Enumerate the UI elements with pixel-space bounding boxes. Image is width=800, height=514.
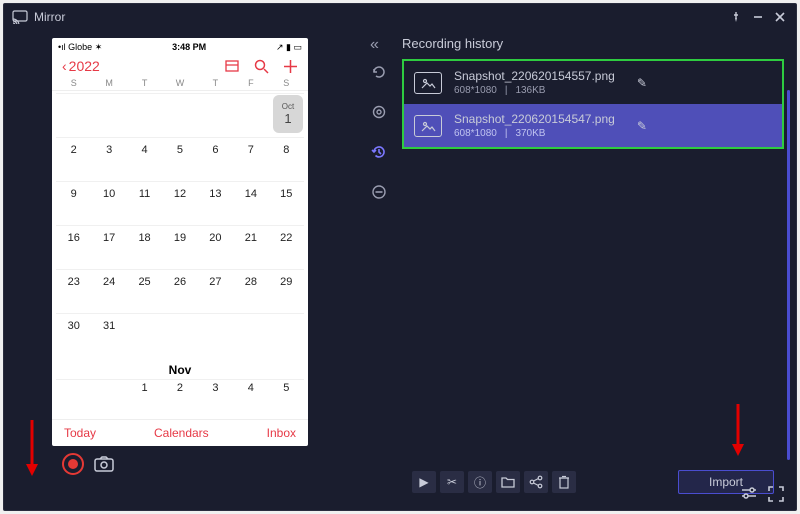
weekday-row: SMTWTFS: [52, 78, 308, 91]
day-cell[interactable]: 14: [233, 181, 268, 225]
minimize-button[interactable]: [750, 9, 766, 25]
cut-button[interactable]: ✂: [440, 471, 464, 493]
phone-screen[interactable]: •ıl Globe ✶ 3:48 PM ↗ ▮ ▭ ‹2022 SMTWTFS: [52, 38, 308, 446]
remove-tab[interactable]: [367, 180, 391, 204]
delete-button[interactable]: [552, 471, 576, 493]
search-icon[interactable]: [254, 59, 269, 74]
year-back-button[interactable]: ‹2022: [62, 58, 100, 74]
settings-icon[interactable]: [740, 486, 758, 502]
day-cell[interactable]: 6: [198, 137, 233, 181]
day-cell[interactable]: 31: [91, 313, 126, 357]
today-button[interactable]: Today: [64, 426, 96, 440]
day-cell[interactable]: 9: [56, 181, 91, 225]
day-cell[interactable]: 2: [56, 137, 91, 181]
day-cell[interactable]: 19: [162, 225, 197, 269]
day-cell[interactable]: 8: [269, 137, 304, 181]
history-tab[interactable]: [367, 140, 391, 164]
day-cell[interactable]: 28: [233, 269, 268, 313]
status-time: 3:48 PM: [172, 42, 206, 52]
image-icon: [414, 115, 442, 137]
day-cell[interactable]: 3: [91, 137, 126, 181]
day-cell[interactable]: 15: [269, 181, 304, 225]
collapse-icon[interactable]: «: [370, 36, 379, 54]
day-cell[interactable]: 29: [269, 269, 304, 313]
file-name: Snapshot_220620154557.png: [454, 69, 615, 83]
mirror-pane: •ıl Globe ✶ 3:48 PM ↗ ▮ ▭ ‹2022 SMTWTFS: [4, 30, 364, 510]
folder-button[interactable]: [496, 471, 520, 493]
day-cell[interactable]: 7: [233, 137, 268, 181]
day-cell[interactable]: 12: [162, 181, 197, 225]
history-list-highlight: Snapshot_220620154557.png 608*1080|136KB…: [402, 59, 784, 149]
day-cell[interactable]: 22: [269, 225, 304, 269]
edit-icon[interactable]: ✎: [637, 119, 647, 133]
history-item-selected[interactable]: Snapshot_220620154547.png 608*1080|370KB…: [404, 104, 782, 147]
window-controls: [728, 9, 788, 25]
app-window: Mirror •ıl Globe ✶ 3:48 PM ↗ ▮ ▭ ‹2022: [3, 3, 797, 511]
info-button[interactable]: ⓘ: [468, 471, 492, 493]
status-bar: •ıl Globe ✶ 3:48 PM ↗ ▮ ▭: [52, 38, 308, 56]
day-cell[interactable]: 13: [198, 181, 233, 225]
calendar-header: ‹2022: [52, 56, 308, 78]
panel-title: Recording history: [402, 34, 784, 59]
bottom-right-controls: [740, 486, 784, 502]
day-cell[interactable]: 24: [91, 269, 126, 313]
scrollbar[interactable]: [787, 90, 790, 460]
inbox-button[interactable]: Inbox: [267, 426, 296, 440]
status-right: ↗ ▮ ▭: [276, 42, 302, 53]
mirror-controls: [52, 446, 364, 482]
history-pane: « Recording history Snapshot_22062015455…: [364, 30, 796, 510]
day-cell[interactable]: 4: [127, 137, 162, 181]
day-cell[interactable]: 17: [91, 225, 126, 269]
play-button[interactable]: ▶: [412, 471, 436, 493]
calendar-grid[interactable]: Oct1234567891011121314151617181920212223…: [52, 91, 308, 419]
side-tabstrip: [364, 60, 394, 204]
close-button[interactable]: [772, 9, 788, 25]
day-cell[interactable]: 10: [91, 181, 126, 225]
day-cell[interactable]: 5: [162, 137, 197, 181]
day-cell[interactable]: 26: [162, 269, 197, 313]
titlebar: Mirror: [4, 4, 796, 30]
day-cell[interactable]: 16: [56, 225, 91, 269]
history-actions: ▶ ✂ ⓘ Import: [402, 464, 784, 502]
status-carrier: •ıl Globe ✶: [58, 42, 102, 53]
history-item[interactable]: Snapshot_220620154557.png 608*1080|136KB…: [404, 61, 782, 104]
month-label-nov: Nov: [56, 359, 304, 379]
record-button[interactable]: [62, 453, 84, 475]
share-button[interactable]: [524, 471, 548, 493]
refresh-tab[interactable]: [367, 60, 391, 84]
day-cell[interactable]: 11: [127, 181, 162, 225]
list-view-icon[interactable]: [224, 59, 240, 73]
edit-icon[interactable]: ✎: [637, 76, 647, 90]
content: •ıl Globe ✶ 3:48 PM ↗ ▮ ▭ ‹2022 SMTWTFS: [4, 30, 796, 510]
day-cell[interactable]: 23: [56, 269, 91, 313]
app-title: Mirror: [34, 10, 65, 24]
snapshot-button[interactable]: [94, 456, 114, 472]
image-icon: [414, 72, 442, 94]
day-cell[interactable]: 25: [127, 269, 162, 313]
file-name: Snapshot_220620154547.png: [454, 112, 615, 126]
fullscreen-icon[interactable]: [768, 486, 784, 502]
calendars-button[interactable]: Calendars: [154, 426, 209, 440]
pin-button[interactable]: [728, 9, 744, 25]
settings-tab[interactable]: [367, 100, 391, 124]
calendar-footer: Today Calendars Inbox: [52, 419, 308, 446]
day-cell[interactable]: 27: [198, 269, 233, 313]
cast-icon: [12, 10, 28, 24]
day-cell[interactable]: 20: [198, 225, 233, 269]
day-cell[interactable]: 30: [56, 313, 91, 357]
day-cell[interactable]: 18: [127, 225, 162, 269]
add-icon[interactable]: [283, 59, 298, 74]
day-cell[interactable]: 21: [233, 225, 268, 269]
